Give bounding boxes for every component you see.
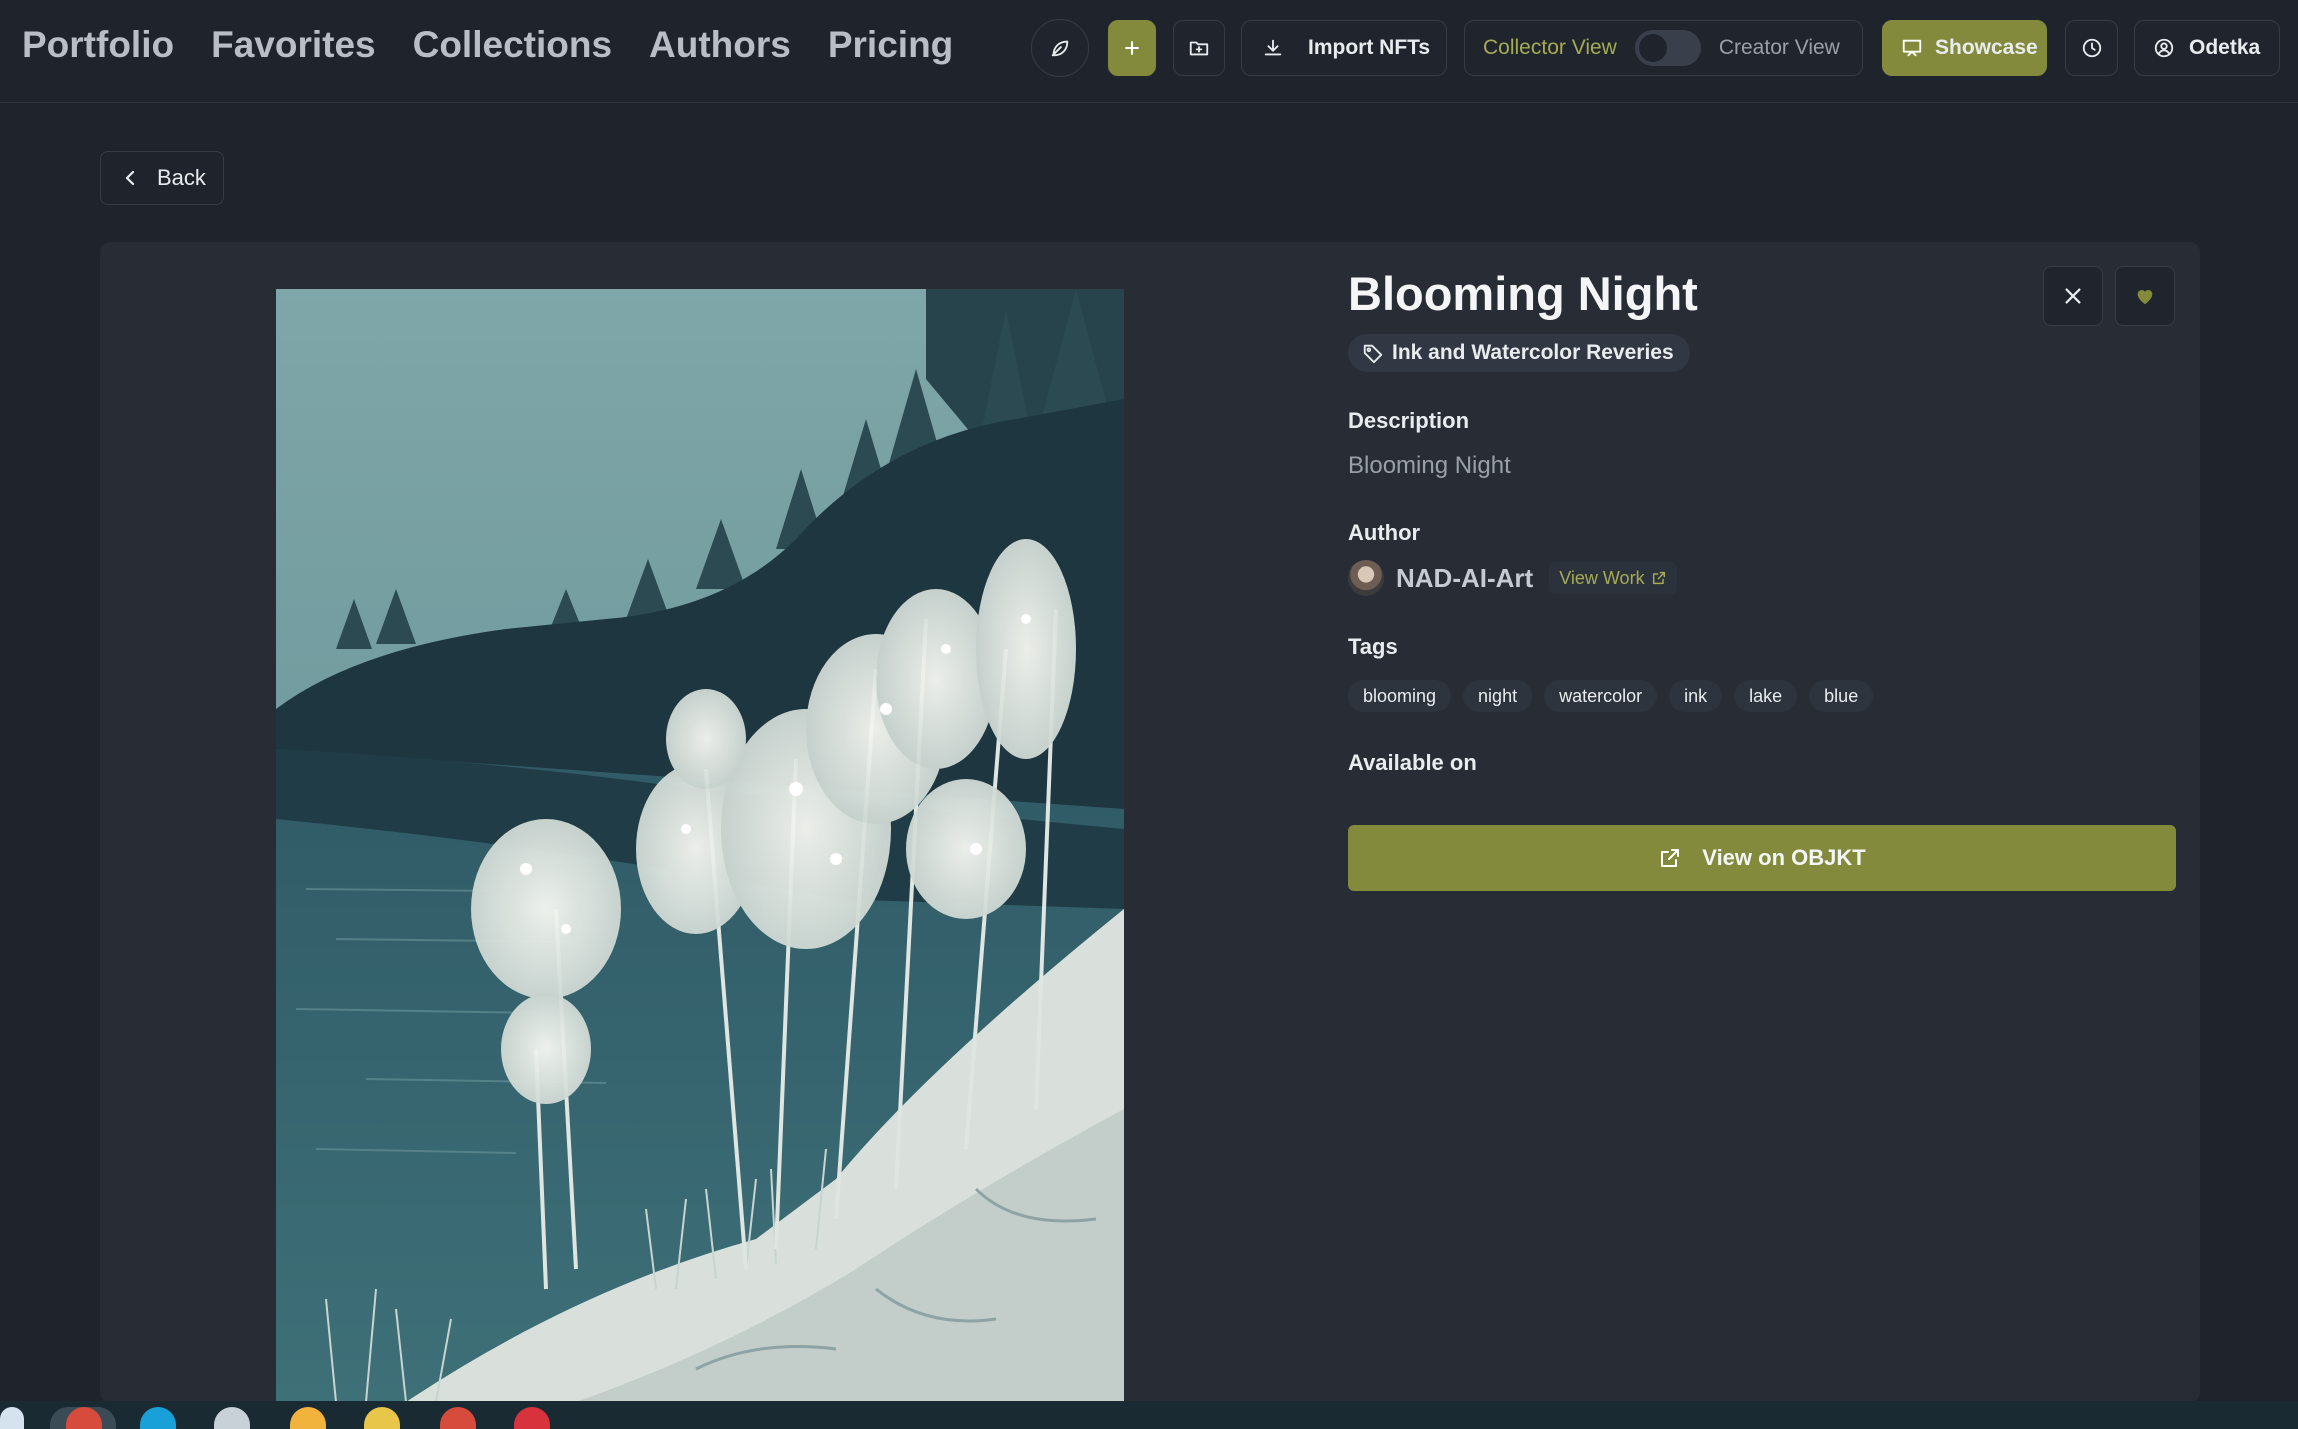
tag-pill[interactable]: night — [1463, 680, 1533, 712]
tag-icon — [1363, 344, 1383, 364]
view-work-label: View Work — [1559, 567, 1645, 588]
view-on-objkt-button[interactable]: View on OBJKT — [1348, 825, 2176, 891]
clock-icon — [2082, 38, 2101, 58]
tag-pill[interactable]: lake — [1734, 680, 1798, 712]
author-name[interactable]: NAD-AI-Art — [1396, 563, 1533, 594]
main-nav: Portfolio Favorites Collections Authors … — [22, 24, 990, 66]
tag-pill[interactable]: watercolor — [1544, 680, 1658, 712]
add-button[interactable] — [1108, 20, 1156, 76]
view-switch[interactable] — [1634, 30, 1701, 66]
import-nfts-button[interactable]: Import NFTs — [1241, 20, 1447, 76]
external-link-icon — [1652, 571, 1665, 585]
artwork-illustration — [276, 289, 1124, 1402]
tags-heading: Tags — [1348, 634, 1398, 659]
edge-icon[interactable] — [140, 1407, 176, 1429]
tag-pill[interactable]: blue — [1809, 680, 1874, 712]
chevron-left-icon — [125, 170, 135, 186]
back-button[interactable]: Back — [100, 151, 224, 205]
history-button[interactable] — [2065, 20, 2118, 76]
search-app-icon[interactable] — [214, 1407, 250, 1429]
favorite-button[interactable] — [2115, 266, 2175, 326]
nav-link-authors[interactable]: Authors — [649, 24, 791, 66]
download-icon — [1264, 39, 1282, 56]
import-nfts-label: Import NFTs — [1308, 36, 1431, 59]
user-circle-icon — [2154, 38, 2174, 58]
collection-name: Ink and Watercolor Reveries — [1392, 341, 1674, 364]
top-navigation-bar: Portfolio Favorites Collections Authors … — [0, 0, 2298, 103]
nav-link-collections[interactable]: Collections — [413, 24, 612, 66]
tag-pill[interactable]: ink — [1669, 680, 1723, 712]
folder-plus-icon — [1189, 41, 1209, 56]
author-heading: Author — [1348, 520, 1421, 545]
creator-view-label[interactable]: Creator View — [1719, 36, 1840, 60]
presentation-icon — [1902, 39, 1922, 57]
files-icon[interactable] — [290, 1407, 326, 1429]
view-switch-knob — [1638, 34, 1667, 62]
close-icon — [2065, 288, 2081, 304]
back-label: Back — [157, 165, 206, 190]
app-icon[interactable] — [514, 1407, 550, 1429]
nav-link-pricing[interactable]: Pricing — [828, 24, 953, 66]
user-name: Odetka — [2189, 36, 2261, 59]
nav-link-portfolio[interactable]: Portfolio — [22, 24, 174, 66]
start-icon[interactable] — [0, 1407, 24, 1429]
nft-details-panel: Blooming Night Ink and Watercolor Reveri… — [1348, 258, 2176, 891]
nft-artwork-image[interactable] — [276, 289, 1124, 1402]
chrome-profile-icon[interactable] — [440, 1407, 476, 1429]
available-on-heading: Available on — [1348, 750, 1477, 775]
plus-icon — [1125, 41, 1139, 55]
notes-icon[interactable] — [364, 1407, 400, 1429]
collector-view-label[interactable]: Collector View — [1483, 36, 1617, 60]
showcase-label: Showcase — [1935, 36, 2038, 59]
user-menu-button[interactable]: Odetka — [2134, 20, 2280, 76]
view-on-objkt-label: View on OBJKT — [1702, 845, 1866, 870]
view-work-link[interactable]: View Work — [1549, 562, 1677, 594]
new-folder-button[interactable] — [1173, 20, 1225, 76]
close-button[interactable] — [2043, 266, 2103, 326]
external-link-icon — [1661, 849, 1680, 867]
tag-pill[interactable]: blooming — [1348, 680, 1452, 712]
description-text: Blooming Night — [1348, 452, 1511, 479]
author-avatar[interactable] — [1348, 560, 1384, 596]
tag-list: blooming night watercolor ink lake blue — [1348, 680, 2176, 712]
description-heading: Description — [1348, 408, 1470, 433]
author-row: NAD-AI-Art View Work — [1348, 560, 2176, 596]
view-mode-toggle: Collector View Creator View — [1464, 20, 1863, 76]
leaf-button[interactable] — [1031, 19, 1089, 77]
heart-icon — [2137, 290, 2153, 305]
collection-chip[interactable]: Ink and Watercolor Reveries — [1348, 334, 1690, 372]
os-taskbar — [0, 1401, 2298, 1429]
showcase-button[interactable]: Showcase — [1882, 20, 2047, 76]
nav-link-favorites[interactable]: Favorites — [211, 24, 376, 66]
leaf-icon — [1051, 40, 1069, 57]
